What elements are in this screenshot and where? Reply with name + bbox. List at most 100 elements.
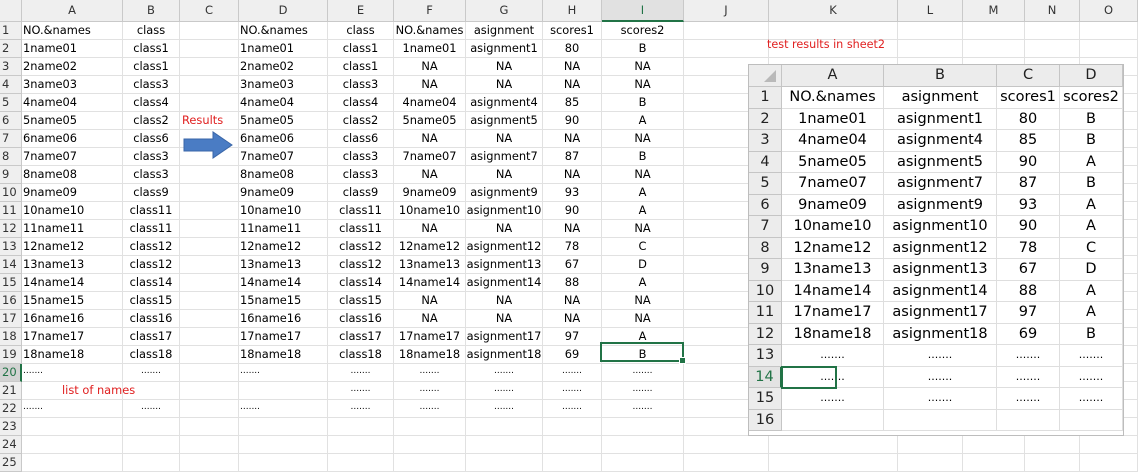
cell[interactable]: .......	[22, 400, 123, 418]
cell[interactable]	[180, 238, 239, 256]
cell[interactable]: class12	[123, 238, 180, 256]
cell[interactable]	[22, 418, 123, 436]
cell[interactable]: class4	[328, 94, 394, 112]
row-header-5[interactable]: 5	[0, 94, 22, 112]
cell[interactable]: 14name14	[239, 274, 328, 292]
column-header-c[interactable]: C	[180, 0, 239, 22]
cell[interactable]: class1	[328, 58, 394, 76]
cell[interactable]: class18	[123, 346, 180, 364]
cell[interactable]	[123, 418, 180, 436]
cell[interactable]: .......	[466, 382, 543, 400]
cell[interactable]: class9	[123, 184, 180, 202]
cell[interactable]	[239, 454, 328, 472]
cell[interactable]	[180, 292, 239, 310]
cell[interactable]: asignment10	[466, 202, 543, 220]
cell[interactable]: .......	[543, 400, 602, 418]
cell[interactable]: 8name08	[22, 166, 123, 184]
cell[interactable]: asignment7	[466, 148, 543, 166]
cell[interactable]: 17name17	[22, 328, 123, 346]
row-header-2[interactable]: 2	[0, 40, 22, 58]
cell[interactable]: 13name13	[239, 256, 328, 274]
cell[interactable]: class17	[328, 328, 394, 346]
column-header-l[interactable]: L	[898, 0, 963, 22]
column-header-a[interactable]: A	[22, 0, 123, 22]
cell[interactable]	[543, 418, 602, 436]
cell[interactable]: 10name10	[22, 202, 123, 220]
cell[interactable]: 13name13	[394, 256, 466, 274]
cell[interactable]: 5name05	[239, 112, 328, 130]
cell[interactable]	[180, 94, 239, 112]
row-header-21[interactable]: 21	[0, 382, 22, 400]
cell[interactable]: NA	[543, 166, 602, 184]
cell[interactable]: class6	[328, 130, 394, 148]
cell[interactable]: 10name10	[394, 202, 466, 220]
cell[interactable]: 88	[543, 274, 602, 292]
row-header-25[interactable]: 25	[0, 454, 22, 472]
row-header-11[interactable]: 11	[0, 202, 22, 220]
cell[interactable]	[180, 382, 239, 400]
cell[interactable]: NA	[602, 310, 684, 328]
cell[interactable]	[1025, 22, 1080, 40]
cell[interactable]: class12	[328, 238, 394, 256]
cell[interactable]: class11	[328, 220, 394, 238]
cell[interactable]	[22, 454, 123, 472]
column-header-h[interactable]: H	[543, 0, 602, 22]
cell[interactable]: 87	[543, 148, 602, 166]
row-header-14[interactable]: 14	[0, 256, 22, 274]
row-header-15[interactable]: 15	[0, 274, 22, 292]
cell[interactable]: 6name06	[239, 130, 328, 148]
cell[interactable]: A	[602, 184, 684, 202]
fill-handle[interactable]	[679, 357, 686, 364]
cell[interactable]: .......	[328, 382, 394, 400]
cell[interactable]: 2name02	[239, 58, 328, 76]
cell[interactable]: .......	[602, 400, 684, 418]
cell[interactable]	[684, 436, 769, 454]
cell[interactable]	[180, 166, 239, 184]
cell[interactable]: class	[123, 22, 180, 40]
cell[interactable]	[180, 40, 239, 58]
cell[interactable]	[684, 22, 769, 40]
row-header-6[interactable]: 6	[0, 112, 22, 130]
row-header-8[interactable]: 8	[0, 148, 22, 166]
row-header-13[interactable]: 13	[0, 238, 22, 256]
cell[interactable]: 17name17	[394, 328, 466, 346]
cell[interactable]: 1name01	[394, 40, 466, 58]
cell[interactable]: 16name16	[22, 310, 123, 328]
cell[interactable]	[602, 418, 684, 436]
cell[interactable]: 90	[543, 112, 602, 130]
cell[interactable]: NA	[543, 76, 602, 94]
cell[interactable]: class15	[328, 292, 394, 310]
cell[interactable]: class11	[123, 202, 180, 220]
cell[interactable]: .......	[466, 364, 543, 382]
cell[interactable]: class14	[328, 274, 394, 292]
cell[interactable]: asignment17	[466, 328, 543, 346]
cell[interactable]: .......	[239, 400, 328, 418]
cell[interactable]: 7name07	[22, 148, 123, 166]
column-header-e[interactable]: E	[328, 0, 394, 22]
cell[interactable]	[543, 454, 602, 472]
cell[interactable]	[466, 454, 543, 472]
cell[interactable]: class3	[123, 76, 180, 94]
cell[interactable]: NA	[543, 292, 602, 310]
cell[interactable]: .......	[602, 382, 684, 400]
cell[interactable]: class	[328, 22, 394, 40]
cell[interactable]: asignment13	[466, 256, 543, 274]
cell[interactable]: NA	[466, 220, 543, 238]
cell[interactable]: 80	[543, 40, 602, 58]
cell[interactable]	[180, 418, 239, 436]
cell[interactable]: asignment14	[466, 274, 543, 292]
cell[interactable]: NA	[394, 166, 466, 184]
cell[interactable]: NA	[466, 58, 543, 76]
cell[interactable]: 7name07	[239, 148, 328, 166]
column-header-j[interactable]: J	[684, 0, 769, 22]
cell[interactable]: class11	[328, 202, 394, 220]
column-header-g[interactable]: G	[466, 0, 543, 22]
cell[interactable]: 12name12	[22, 238, 123, 256]
cell[interactable]	[394, 418, 466, 436]
cell[interactable]	[769, 454, 898, 472]
cell[interactable]	[180, 202, 239, 220]
cell[interactable]: .......	[394, 400, 466, 418]
cell[interactable]	[123, 436, 180, 454]
cell[interactable]: 2name02	[22, 58, 123, 76]
cell[interactable]: NA	[543, 310, 602, 328]
